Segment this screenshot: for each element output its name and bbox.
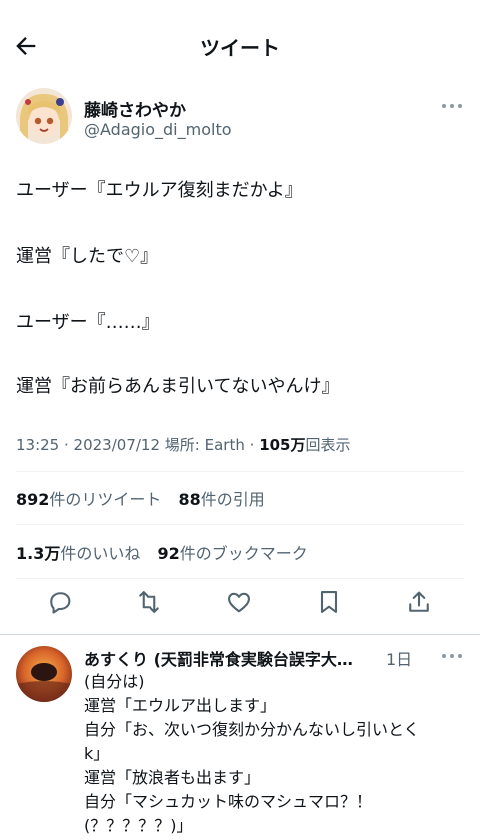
page-title: ツイート (200, 36, 280, 60)
share-stats: 892件のリツイート 88件の引用 (16, 486, 265, 510)
location: Earth (204, 436, 245, 454)
view-label: 回表示 (305, 436, 351, 454)
tweet-meta: 13:25 · 2023/07/12 場所: Earth · 105万回表示 (16, 436, 351, 454)
reply-avatar[interactable] (16, 646, 72, 702)
engagement-stats: 1.3万件のいいね 92件のブックマーク (16, 540, 308, 564)
tweet-text-line: ユーザー『エウルア復刻まだかよ』 (16, 180, 303, 201)
tweet-time[interactable]: 13:25 (16, 436, 59, 454)
reply-time[interactable]: 1日 (386, 646, 412, 670)
reply-text-line: 運営「放浪者も出ます」 (84, 768, 261, 787)
tweet-text-line: ユーザー『……』 (16, 312, 160, 333)
more-options-icon[interactable] (442, 104, 462, 110)
reply-text-line: (？？？？？)」 (84, 816, 193, 835)
location-label: 場所: (164, 436, 200, 454)
section-divider (0, 634, 480, 635)
like-icon[interactable] (225, 588, 253, 616)
divider (16, 578, 464, 579)
tweet-text-line: 運営『お前らあんま引いてないやんけ』 (16, 376, 340, 397)
tweet-date[interactable]: 2023/07/12 (74, 436, 160, 454)
tweet-text-line: 運営『したで♡』 (16, 246, 159, 267)
divider (16, 524, 464, 525)
reply-text-line: (自分は) (84, 672, 145, 691)
quotes-stat[interactable]: 88件の引用 (179, 490, 265, 509)
likes-stat[interactable]: 1.3万件のいいね (16, 544, 140, 563)
reply-icon[interactable] (46, 588, 74, 616)
user-handle[interactable]: @Adagio_di_molto (84, 120, 232, 139)
reply-display-name[interactable]: あすくり (天罰非常食実験台誤字大… (84, 646, 353, 670)
retweet-icon[interactable] (135, 588, 163, 616)
reply-text-line: 自分「マシュカット味のマシュマロ？！ (84, 792, 373, 811)
display-name[interactable]: 藤崎さわやか (84, 96, 186, 121)
share-icon[interactable] (405, 588, 433, 616)
action-bar (0, 588, 480, 620)
view-count: 105万 (259, 436, 306, 454)
bookmark-icon[interactable] (315, 588, 343, 616)
retweets-stat[interactable]: 892件のリツイート (16, 490, 161, 509)
reply-text-line: k」 (84, 744, 110, 763)
reply-more-options-icon[interactable] (442, 654, 462, 660)
top-bar: ツイート (0, 0, 480, 90)
reply-text-line: 運営「エウルア出します」 (84, 696, 277, 715)
avatar[interactable] (16, 88, 72, 144)
divider (16, 471, 464, 472)
bookmarks-stat[interactable]: 92件のブックマーク (157, 544, 307, 563)
reply-text-line: 自分「お、次いつ復刻か分かんないし引いとく (84, 720, 420, 739)
